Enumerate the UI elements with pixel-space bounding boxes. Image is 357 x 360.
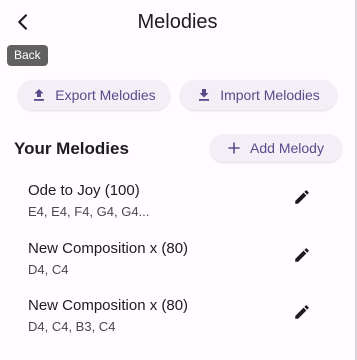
app-bar: Melodies — [0, 0, 355, 46]
list-item[interactable]: New Composition x (80) D4, C4 — [0, 240, 355, 296]
add-melody-button[interactable]: Add Melody — [210, 134, 342, 162]
edit-melody-button[interactable] — [290, 243, 314, 267]
melody-title: Ode to Joy (100) — [28, 182, 140, 199]
add-melody-label: Add Melody — [250, 140, 324, 156]
edit-melody-button[interactable] — [290, 300, 314, 324]
list-item[interactable]: New Composition x (80) D4, C4, B3, C4 — [0, 297, 355, 353]
melodies-screen: Melodies Back Export Melodies Import Mel… — [0, 0, 357, 360]
pencil-icon — [295, 305, 309, 319]
upload-icon — [32, 88, 46, 102]
page-title: Melodies — [137, 11, 218, 33]
import-export-row: Export Melodies Import Melodies — [0, 80, 355, 110]
melody-notes: D4, C4 — [28, 262, 69, 277]
plus-icon — [228, 142, 240, 154]
pencil-icon — [295, 248, 309, 262]
export-melodies-button[interactable]: Export Melodies — [18, 80, 170, 110]
export-label: Export Melodies — [55, 87, 156, 103]
list-item[interactable]: Ode to Joy (100) E4, E4, F4, G4, G4... — [0, 182, 355, 238]
section-title: Your Melodies — [14, 139, 129, 158]
import-melodies-button[interactable]: Import Melodies — [180, 80, 337, 110]
melody-notes: E4, E4, F4, G4, G4... — [28, 204, 150, 219]
back-tooltip: Back — [7, 45, 48, 66]
melody-notes: D4, C4, B3, C4 — [28, 319, 116, 334]
melody-title: New Composition x (80) — [28, 240, 189, 257]
melody-title: New Composition x (80) — [28, 297, 189, 314]
download-icon — [197, 88, 211, 102]
import-label: Import Melodies — [220, 87, 320, 103]
pencil-icon — [295, 190, 309, 204]
edit-melody-button[interactable] — [290, 185, 314, 209]
